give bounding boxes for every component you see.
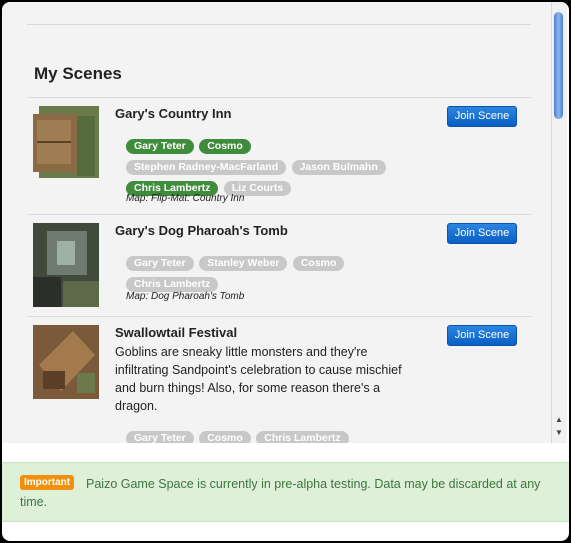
- arrow-up-icon[interactable]: ▲: [555, 415, 563, 424]
- scene-title: Swallowtail Festival: [115, 325, 238, 340]
- scenes-scroll-area[interactable]: My Scenes Gary's Country Inn Join Scene …: [2, 2, 551, 443]
- page-title: My Scenes: [34, 64, 122, 83]
- player-tag[interactable]: Stanley Weber: [199, 256, 288, 271]
- notice-text: Paizo Game Space is currently in pre-alp…: [20, 477, 541, 509]
- scene-description: Goblins are sneaky little monsters and t…: [115, 345, 402, 413]
- scene-map-name: Map: Flip-Mat: Country Inn: [126, 193, 245, 204]
- scene-map-thumbnail[interactable]: [33, 325, 99, 399]
- join-scene-button[interactable]: Join Scene: [447, 325, 517, 346]
- player-tag[interactable]: Cosmo: [292, 256, 345, 271]
- join-scene-button[interactable]: Join Scene: [447, 223, 517, 244]
- vertical-scrollbar[interactable]: ▲ ▼: [551, 2, 567, 443]
- alert-notice: Important Paizo Game Space is currently …: [2, 462, 569, 522]
- scene-card: Swallowtail Festival Join Scene Goblins …: [27, 316, 531, 443]
- scene-card: Gary's Dog Pharoah's Tomb Join Scene Gar…: [27, 214, 531, 316]
- player-tag[interactable]: Gary Teter: [126, 431, 194, 443]
- scene-map-name: Map: Dog Pharoah's Tomb: [126, 291, 245, 302]
- scene-card: Gary's Country Inn Join Scene Gary Teter…: [27, 97, 531, 214]
- player-list: Gary Teter Cosmo Stephen Radney-MacFarla…: [126, 136, 426, 199]
- player-tag[interactable]: Stephen Radney-MacFarland: [126, 160, 287, 175]
- join-scene-button[interactable]: Join Scene: [447, 106, 517, 127]
- scrollbar-thumb[interactable]: [554, 12, 563, 119]
- scene-map-thumbnail[interactable]: [33, 223, 99, 307]
- player-list: Gary Teter Cosmo Chris Lambertz: [126, 428, 426, 443]
- player-tag[interactable]: Cosmo: [199, 431, 251, 443]
- app-window: My Scenes Gary's Country Inn Join Scene …: [2, 2, 569, 541]
- scene-title: Gary's Dog Pharoah's Tomb: [115, 223, 288, 238]
- player-tag[interactable]: Gary Teter: [126, 256, 194, 271]
- player-tag[interactable]: Jason Bulmahn: [291, 160, 386, 175]
- arrow-down-icon[interactable]: ▼: [555, 428, 563, 437]
- player-tag[interactable]: Gary Teter: [126, 139, 194, 154]
- scene-title: Gary's Country Inn: [115, 106, 232, 121]
- player-list: Gary Teter Stanley Weber Cosmo Chris Lam…: [126, 253, 426, 295]
- divider: [27, 24, 531, 25]
- player-tag[interactable]: Chris Lambertz: [256, 431, 349, 443]
- player-tag[interactable]: Cosmo: [199, 139, 251, 154]
- player-tag[interactable]: Chris Lambertz: [126, 277, 219, 292]
- scene-map-thumbnail[interactable]: [33, 106, 99, 186]
